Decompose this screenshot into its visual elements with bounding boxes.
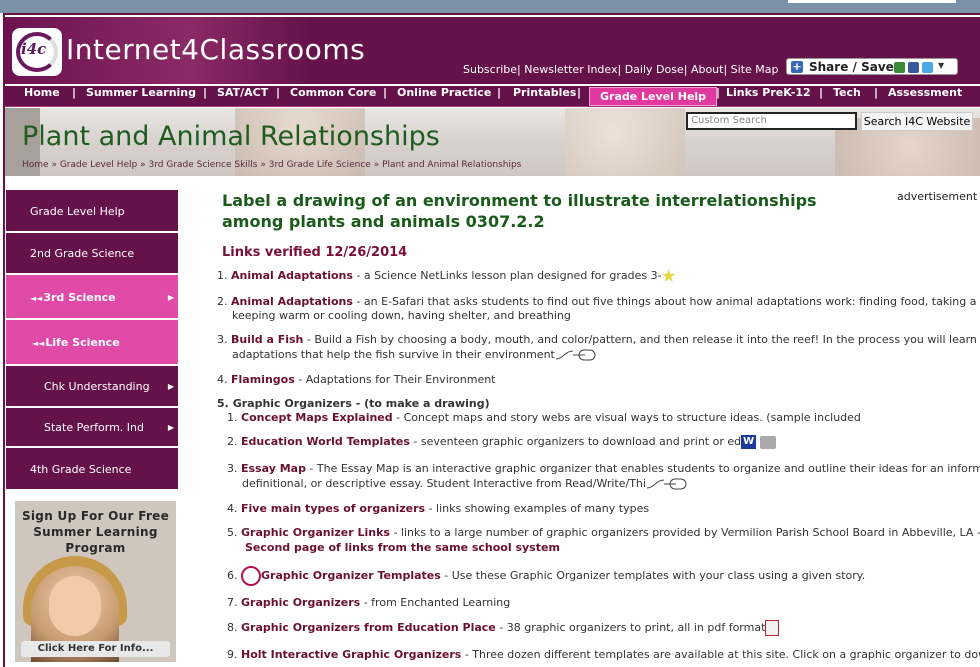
graphic-organizers-link[interactable]: Graphic Organizers [241,596,360,609]
star-icon [661,269,676,282]
chevron-right-icon: ▶ [167,293,174,302]
advertisement-label: advertisement [897,190,978,203]
breadcrumb: Home » Grade Level Help » 3rd Grade Scie… [22,160,522,170]
chevron-down-icon: ▼ [938,61,945,70]
chevron-right-icon: ▶ [167,423,174,432]
education-place-organizers-link[interactable]: Graphic Organizers from Education Place [241,621,496,634]
arrow-icon: ◄◄ [32,339,45,348]
list-item-cont: adaptations that help the fish survive i… [232,347,597,362]
concept-maps-link[interactable]: Concept Maps Explained [241,411,393,424]
main-nav: Home | Summer Learning | SAT/ACT | Commo… [5,86,980,107]
sublist-item: 8. Graphic Organizers from Education Pla… [227,620,780,636]
sidebar-item-4th-grade-science[interactable]: 4th Grade Science [5,447,179,490]
printer-icon[interactable] [759,435,776,449]
daily-dose-link[interactable]: Daily Dose [625,63,684,76]
sidebar-item-state-perform-ind[interactable]: State Perform. Ind ▶ [5,407,179,447]
graphic-organizer-links-link[interactable]: Graphic Organizer Links [241,526,390,539]
links-verified: Links verified 12/26/2014 [222,245,408,260]
list-item: 4. Flamingos - Adaptations for Their Env… [217,373,496,386]
about-link[interactable]: About [691,63,724,76]
sublist-item: 6. Graphic Organizer Templates - Use the… [227,566,865,586]
top-links: Subscribe| Newsletter Index| Daily Dose|… [463,63,779,76]
sublist-item: 5. Graphic Organizer Links - links to a … [227,526,980,539]
breadcrumb-home[interactable]: Home [22,160,49,170]
sidebar-item-3rd-science[interactable]: ◄◄3rd Science ▶ [5,274,179,319]
logo-icon[interactable]: i4c [12,28,62,76]
graphic-organizer-templates-link[interactable]: Graphic Organizer Templates [261,569,441,582]
list-item-cont: keeping warm or cooling down, having she… [232,309,571,322]
twitter-icon [922,62,933,73]
nav-grade-level-help[interactable]: Grade Level Help [589,87,718,106]
list-item: 2. Animal Adaptations - an E-Safari that… [217,295,980,308]
sublist-item: 4. Five main types of organizers - links… [227,502,650,515]
list-item: 5. Graphic Organizers - (to make a drawi… [217,397,490,410]
plugin-icon [646,478,687,490]
browser-top-strip [0,0,980,13]
summer-program-ad[interactable]: Sign Up For Our Free Summer Learning Pro… [15,501,176,662]
animal-adaptations-link[interactable]: Animal Adaptations [231,269,353,282]
promo-text: Sign Up For Our Free Summer Learning Pro… [21,509,170,555]
nav-sat-act[interactable]: SAT/ACT [217,86,268,107]
sidebar-item-grade-level-help[interactable]: Grade Level Help [5,189,179,232]
sublist-item-cont: Second page of links from the same schoo… [245,540,560,555]
list-item: 1. Animal Adaptations - a Science NetLin… [217,268,676,283]
build-a-fish-link[interactable]: Build a Fish [231,333,303,346]
top-bar-field [788,0,956,3]
five-main-types-link[interactable]: Five main types of organizers [241,502,425,515]
breadcrumb-3rd-grade-science[interactable]: 3rd Grade Science Skills [148,160,257,170]
nav-summer-learning[interactable]: Summer Learning [86,86,196,107]
sublist-item: 7. Graphic Organizers - from Enchanted L… [227,596,511,609]
breadcrumb-grade-level-help[interactable]: Grade Level Help [60,160,137,170]
page-title: Plant and Animal Relationships [22,121,440,152]
facebook-icon [908,62,919,73]
share-label: Share / Save [809,60,894,74]
sublist-item: 3. Essay Map - The Essay Map is an inter… [227,462,980,475]
search-input[interactable]: Custom Search [686,112,857,130]
plugin-icon [555,349,596,361]
nav-tech[interactable]: Tech [833,86,861,107]
education-world-templates-link[interactable]: Education World Templates [241,435,410,448]
apple-icon [241,566,261,586]
word-doc-icon[interactable]: W [741,435,757,449]
promo-cta-button[interactable]: Click Here For Info... [21,641,170,657]
plus-icon: + [791,60,803,73]
pdf-icon[interactable] [765,620,780,636]
share-green-icon [894,62,905,73]
nav-online-practice[interactable]: Online Practice [397,86,491,107]
nav-common-core[interactable]: Common Core [290,86,376,107]
essay-map-link[interactable]: Essay Map [241,462,306,475]
second-page-links-link[interactable]: Second page of links from the same schoo… [245,541,560,554]
newsletter-index-link[interactable]: Newsletter Index [524,63,617,76]
nav-printables[interactable]: Printables [513,86,576,107]
breadcrumb-current: Plant and Animal Relationships [382,160,522,170]
sidebar-item-2nd-grade-science[interactable]: 2nd Grade Science [5,232,179,274]
sidebar-item-life-science[interactable]: ◄◄Life Science [5,319,179,365]
nav-assessment[interactable]: Assessment [888,86,962,107]
breadcrumb-3rd-grade-life-science[interactable]: 3rd Grade Life Science [269,160,371,170]
list-item: 3. Build a Fish - Build a Fish by choosi… [217,333,980,346]
holt-interactive-link[interactable]: Holt Interactive Graphic Organizers [241,648,461,661]
site-logo-text[interactable]: Internet4Classrooms [66,33,365,66]
nav-links-prek12[interactable]: Links PreK-12 [726,86,811,107]
animal-adaptations-esafari-link[interactable]: Animal Adaptations [231,295,353,308]
search-button[interactable]: Search I4C Website [861,112,973,131]
sublist-item: 1. Concept Maps Explained - Concept maps… [227,411,861,424]
nav-home[interactable]: Home [24,86,60,107]
sidebar-item-chk-understanding[interactable]: Chk Understanding ▶ [5,365,179,407]
lesson-heading: Label a drawing of an environment to ill… [222,191,817,231]
subscribe-link[interactable]: Subscribe [463,63,517,76]
chevron-right-icon: ▶ [167,382,174,391]
flamingos-link[interactable]: Flamingos [231,373,295,386]
sublist-item: 9. Holt Interactive Graphic Organizers -… [227,648,980,661]
sublist-item: 2. Education World Templates - seventeen… [227,434,776,449]
share-save-button[interactable]: + Share / Save ▼ [786,58,958,75]
site-map-link[interactable]: Site Map [731,63,779,76]
sublist-item-cont: definitional, or descriptive essay. Stud… [242,476,688,491]
arrow-icon: ◄◄ [30,294,43,303]
